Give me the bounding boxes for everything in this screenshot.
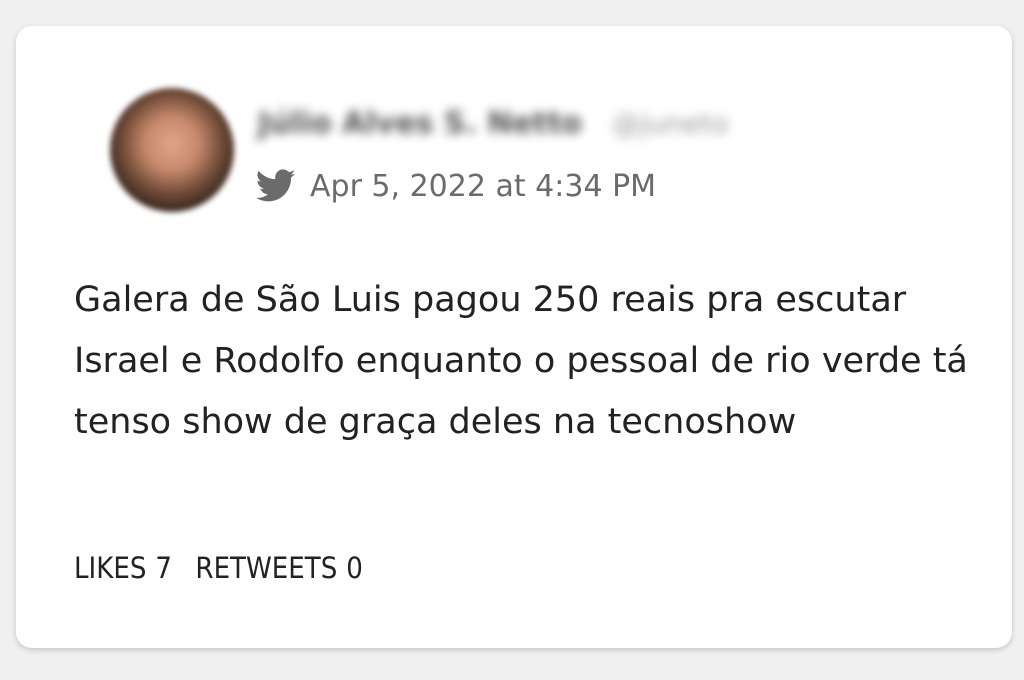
tweet-text: Galera de São Luis pagou 250 reais pra e… — [74, 280, 968, 442]
author-name[interactable]: Júlio Alves S. Netto — [258, 106, 582, 141]
likes-label: LIKES — [74, 551, 147, 585]
author-info-blurred: Júlio Alves S. Netto @juneto — [258, 100, 818, 146]
tweet-card: Júlio Alves S. Netto @juneto Apr 5, 2022… — [16, 26, 1012, 648]
tweet-stats: LIKES 7 RETWEETS 0 — [74, 548, 386, 588]
tweet-meta: Apr 5, 2022 at 4:34 PM — [255, 164, 656, 208]
author-avatar[interactable] — [110, 88, 234, 212]
retweets-label: RETWEETS — [195, 551, 338, 585]
tweet-date[interactable]: Apr 5, 2022 at 4:34 PM — [310, 169, 656, 204]
retweets-count: 0 — [346, 551, 363, 585]
likes-count: 7 — [155, 551, 173, 585]
twitter-bird-icon — [255, 169, 296, 203]
author-handle: @juneto — [612, 106, 729, 140]
